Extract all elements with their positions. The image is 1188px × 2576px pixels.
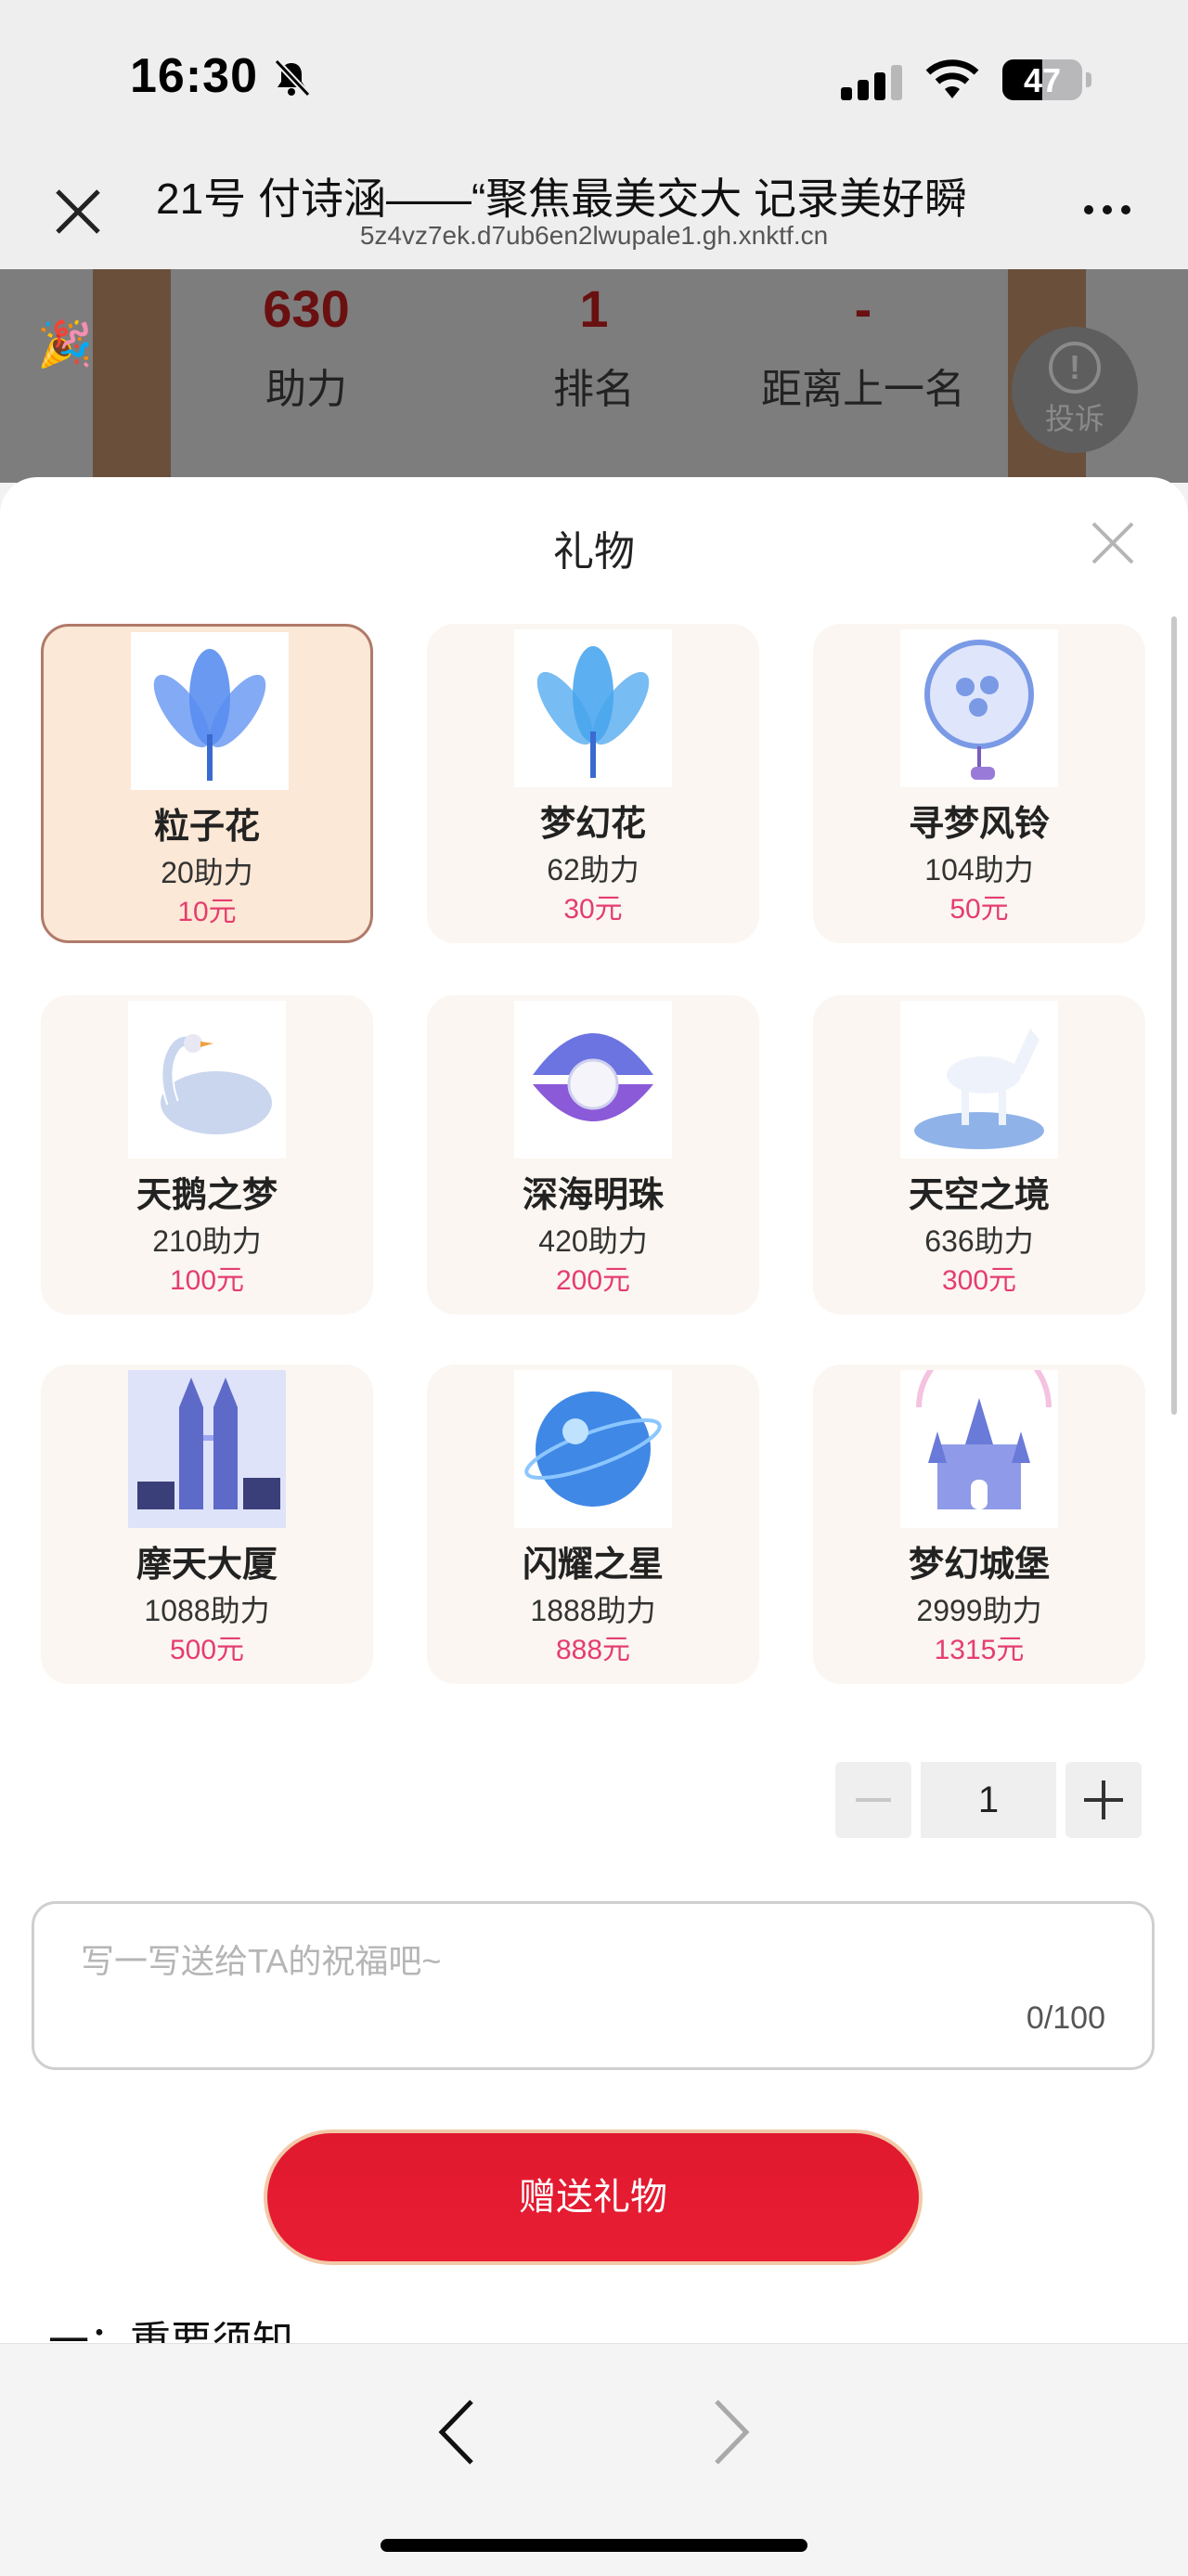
more-options-icon[interactable] bbox=[1084, 202, 1140, 219]
scrollbar[interactable] bbox=[1171, 616, 1177, 1415]
decrease-button[interactable] bbox=[835, 1762, 911, 1838]
forward-arrow-icon[interactable] bbox=[704, 2390, 759, 2474]
wifi-icon bbox=[925, 59, 979, 98]
char-counter: 0/100 bbox=[1026, 2000, 1105, 2036]
notice-heading: 一：重要须知 bbox=[48, 2319, 293, 2343]
gift-castle-icon bbox=[900, 1340, 1058, 1528]
send-gift-button[interactable]: 赠送礼物 bbox=[264, 2129, 923, 2265]
gift-card[interactable]: 天空之境 636助力 300元 bbox=[813, 995, 1145, 1314]
gift-power: 210助力 bbox=[152, 1224, 262, 1258]
stat-label: 助力 bbox=[265, 367, 347, 412]
gift-power: 636助力 bbox=[924, 1224, 1034, 1258]
gift-card[interactable]: 天鹅之梦 210助力 100元 bbox=[41, 995, 373, 1314]
gift-sheet: 礼物 粒子花 20助力 10元 梦幻花 62助力 30元 寻梦风铃 104助力 50元天鹅之梦 2… bbox=[0, 477, 1188, 2343]
gift-swan-icon bbox=[128, 1001, 286, 1159]
party-popper-icon: 🎉 bbox=[37, 320, 93, 369]
gift-name: 深海明珠 bbox=[522, 1176, 664, 1215]
gift-chime-icon bbox=[900, 629, 1058, 787]
battery-indicator: 47 bbox=[1002, 59, 1091, 100]
blessing-message-box: 0/100 bbox=[32, 1901, 1155, 2070]
browser-header: 21号 付诗涵——“聚焦最美交大 记录美好瞬 5z4vz7ek.d7ub6en2… bbox=[0, 149, 1188, 269]
close-icon[interactable] bbox=[1090, 520, 1136, 566]
gift-star-icon bbox=[514, 1370, 672, 1528]
gift-pearl-icon bbox=[514, 1001, 672, 1159]
stat-label: 排名 bbox=[553, 367, 635, 412]
blessing-input[interactable] bbox=[79, 1941, 1085, 1982]
status-time: 16:30 bbox=[130, 49, 258, 103]
sheet-title: 礼物 bbox=[553, 529, 635, 575]
cellular-signal-icon bbox=[841, 65, 902, 100]
gift-power: 20助力 bbox=[161, 856, 253, 889]
gift-name: 闪耀之星 bbox=[522, 1546, 664, 1585]
stat-label: 距离上一名 bbox=[761, 367, 965, 412]
gift-name: 梦幻城堡 bbox=[908, 1546, 1050, 1585]
background-content: 🎉 630 助力 1 排名 - 距离上一名 ! 投诉 bbox=[0, 269, 1188, 483]
gift-flower-icon bbox=[131, 632, 289, 790]
gift-card[interactable]: 寻梦风铃 104助力 50元 bbox=[813, 624, 1145, 943]
gift-power: 1888助力 bbox=[530, 1594, 656, 1627]
gift-horse-icon bbox=[900, 1001, 1058, 1159]
stat-gap: - 距离上一名 bbox=[724, 278, 1002, 415]
stat-rank: 1 排名 bbox=[455, 278, 733, 415]
home-indicator bbox=[381, 2539, 807, 2552]
plus-icon bbox=[1084, 1780, 1123, 1819]
stat-power: 630 助力 bbox=[167, 278, 446, 415]
gift-power: 104助力 bbox=[924, 853, 1034, 887]
gift-power: 420助力 bbox=[538, 1224, 648, 1258]
gift-price: 1315元 bbox=[934, 1635, 1025, 1665]
back-arrow-icon[interactable] bbox=[429, 2390, 484, 2474]
page-title: 21号 付诗涵——“聚焦最美交大 记录美好瞬 bbox=[156, 175, 968, 223]
stat-value: 630 bbox=[263, 279, 350, 338]
report-button[interactable]: ! 投诉 bbox=[1012, 327, 1138, 453]
gift-card[interactable]: 粒子花 20助力 10元 bbox=[41, 624, 373, 943]
gift-price: 500元 bbox=[169, 1635, 245, 1665]
report-label: 投诉 bbox=[1044, 402, 1104, 435]
gift-price: 30元 bbox=[563, 894, 623, 925]
gift-flower-icon bbox=[514, 629, 672, 787]
gift-name: 粒子花 bbox=[153, 808, 260, 847]
gift-name: 天鹅之梦 bbox=[136, 1176, 278, 1215]
gift-card[interactable]: 闪耀之星 1888助力 888元 bbox=[427, 1365, 759, 1684]
stat-value: 1 bbox=[579, 279, 609, 338]
page-url: 5z4vz7ek.d7ub6en2lwupale1.gh.xnktf.cn bbox=[359, 221, 829, 250]
battery-level: 47 bbox=[1023, 61, 1062, 99]
gift-price: 100元 bbox=[169, 1265, 245, 1296]
gift-tower-icon bbox=[128, 1370, 286, 1528]
status-bar: 16:30 47 bbox=[0, 0, 1188, 149]
gift-card[interactable]: 梦幻城堡 2999助力 1315元 bbox=[813, 1340, 1145, 1684]
gift-power: 2999助力 bbox=[916, 1594, 1042, 1627]
bell-muted-icon bbox=[274, 58, 311, 97]
gift-card[interactable]: 摩天大厦 1088助力 500元 bbox=[41, 1365, 373, 1684]
stat-value: - bbox=[854, 279, 872, 338]
gift-name: 摩天大厦 bbox=[136, 1546, 278, 1585]
gift-name: 天空之境 bbox=[908, 1176, 1050, 1215]
gift-price: 300元 bbox=[941, 1265, 1017, 1296]
gift-price: 888元 bbox=[555, 1635, 631, 1665]
gift-name: 寻梦风铃 bbox=[908, 805, 1050, 844]
increase-button[interactable] bbox=[1065, 1762, 1142, 1838]
gift-name: 梦幻花 bbox=[539, 805, 646, 844]
minus-icon bbox=[856, 1798, 891, 1802]
gift-price: 10元 bbox=[177, 897, 237, 927]
alert-icon: ! bbox=[1049, 342, 1101, 394]
decor-pillar-left bbox=[93, 269, 171, 483]
gift-price: 50元 bbox=[949, 894, 1009, 925]
gift-power: 1088助力 bbox=[144, 1594, 270, 1627]
gift-power: 62助力 bbox=[547, 853, 639, 887]
quantity-value[interactable]: 1 bbox=[921, 1762, 1056, 1838]
browser-bottom-bar bbox=[0, 2343, 1188, 2576]
gift-price: 200元 bbox=[555, 1265, 631, 1296]
gift-card[interactable]: 梦幻花 62助力 30元 bbox=[427, 624, 759, 943]
gift-card[interactable]: 深海明珠 420助力 200元 bbox=[427, 995, 759, 1314]
